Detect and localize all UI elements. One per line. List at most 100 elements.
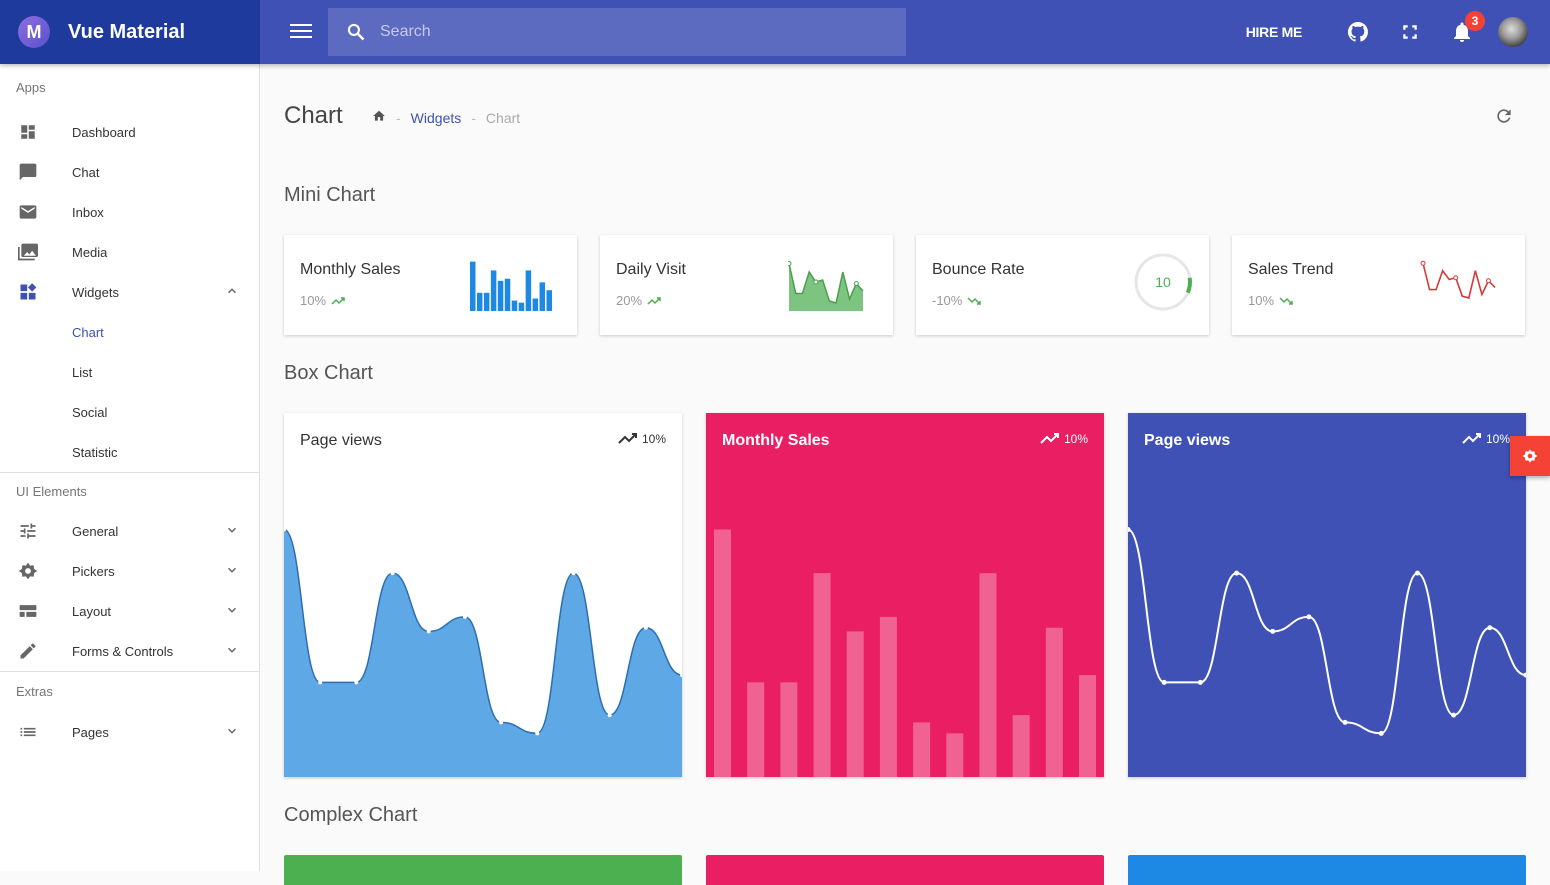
logo: M [18,16,50,48]
fullscreen-icon[interactable] [1384,0,1436,64]
sidebar-item-general[interactable]: General [0,511,259,551]
mini-bar-chart [470,261,552,311]
card-percent: 10% [1248,293,1275,308]
brand-title: Vue Material [68,20,186,43]
chevron-up-icon[interactable] [225,284,239,301]
bar [490,270,497,311]
layout-icon [16,599,40,623]
gear-icon [16,559,40,583]
gear-icon [1522,449,1538,463]
sidebar-item-widgets[interactable]: Widgets [0,272,259,312]
chevron-down-icon[interactable] [225,643,239,660]
bar [813,573,831,777]
sidebar-item-label: Dashboard [72,124,136,140]
data-point [813,279,819,285]
card-percent: 10% [300,293,327,308]
card-title: Daily Visit [616,261,686,278]
bar [747,682,765,777]
sidebar-item-inbox[interactable]: Inbox [0,192,259,232]
chevron-down-icon[interactable] [225,563,239,580]
bar [1079,675,1096,777]
brand: M Vue Material [0,0,260,64]
chevron-down-icon[interactable] [225,603,239,620]
refresh-icon[interactable] [1494,106,1514,131]
bar [1045,627,1063,777]
section-title-box: Box Chart [284,362,373,384]
data-point [1451,712,1457,718]
data-point [1234,570,1240,576]
sidebar-item-label: Chat [72,164,100,180]
sidebar-item-label: Media [72,244,108,260]
sidebar-item-pages[interactable]: Pages [0,712,259,752]
sidebar-item-dashboard[interactable]: Dashboard [0,112,259,152]
hire-me-button[interactable]: HIRE ME [1246,24,1303,40]
dashboard-icon [16,120,40,144]
bar [780,682,798,777]
section-title-complex: Complex Chart [284,804,418,826]
bar [483,292,490,311]
bar [511,300,518,311]
breadcrumb-separator: - [396,109,401,126]
tune-icon [16,519,40,543]
bar [476,292,483,311]
sidebar-item-forms-controls[interactable]: Forms & Controls [0,631,259,671]
data-point [354,680,359,685]
widgets-icon [16,280,40,304]
data-point [390,571,395,576]
search-box[interactable] [328,8,906,56]
sidebar-subheader-extras: Extras [16,684,53,699]
home-icon[interactable] [372,109,386,126]
chevron-down-icon[interactable] [225,523,239,540]
trending-down-icon [1279,296,1293,305]
avatar[interactable] [1498,17,1528,47]
complex-card-pink [706,855,1104,885]
bar [979,573,997,777]
bar [913,722,931,777]
box-card-monthly-sales: Monthly Sales 10% [706,413,1104,777]
sidebar-item-media[interactable]: Media [0,232,259,272]
sidebar-item-list[interactable]: List [0,352,259,392]
main-content: Chart - Widgets - Chart Mini Chart Month… [260,64,1550,885]
sidebar-item-social[interactable]: Social [0,392,259,432]
data-point [1414,570,1420,576]
data-point [499,720,504,725]
bar [470,261,476,311]
mini-gauge-chart: 10 [1134,253,1192,311]
breadcrumb: - Widgets - Chart [372,109,520,126]
card-title: Monthly Sales [300,261,401,278]
sidebar-item-chart[interactable]: Chart [0,312,259,352]
data-point [1197,679,1203,685]
data-point [1453,275,1459,281]
mini-card-sales-trend: Sales Trend 10% [1232,235,1525,335]
sidebar-item-chat[interactable]: Chat [0,152,259,192]
data-point [462,614,467,619]
bar [1012,715,1030,777]
sidebar-item-label: General [72,523,119,539]
breadcrumb-separator: - [471,109,476,126]
sidebar-subheader-ui-elements: UI Elements [16,484,87,499]
chevron-down-icon[interactable] [225,724,239,741]
box-card-page-views-line: Page views 10% [1128,413,1526,777]
breadcrumb-widgets[interactable]: Widgets [411,110,462,126]
bar [518,302,525,311]
menu-icon[interactable] [288,20,314,44]
github-icon[interactable] [1332,0,1384,64]
sidebar-item-statistic[interactable]: Statistic [0,432,259,472]
mail-icon [16,200,40,224]
trending-down-icon [967,296,982,305]
sidebar-item-label: Forms & Controls [72,643,174,659]
sidebar-item-layout[interactable]: Layout [0,591,259,631]
pencil-icon [16,639,40,663]
bar [532,298,539,311]
notifications-button[interactable]: 3 [1436,0,1488,64]
area-chart [284,527,682,777]
card-title: Sales Trend [1248,261,1334,278]
breadcrumb-current: Chart [485,109,521,126]
mini-card-daily-visit: Daily Visit 20% [600,235,893,335]
sidebar-item-pickers[interactable]: Pickers [0,551,259,591]
gauge-value [1185,277,1192,294]
search-input[interactable] [380,23,880,41]
trending-up-icon [647,296,661,305]
settings-fab[interactable] [1510,436,1550,476]
data-point [607,713,612,718]
